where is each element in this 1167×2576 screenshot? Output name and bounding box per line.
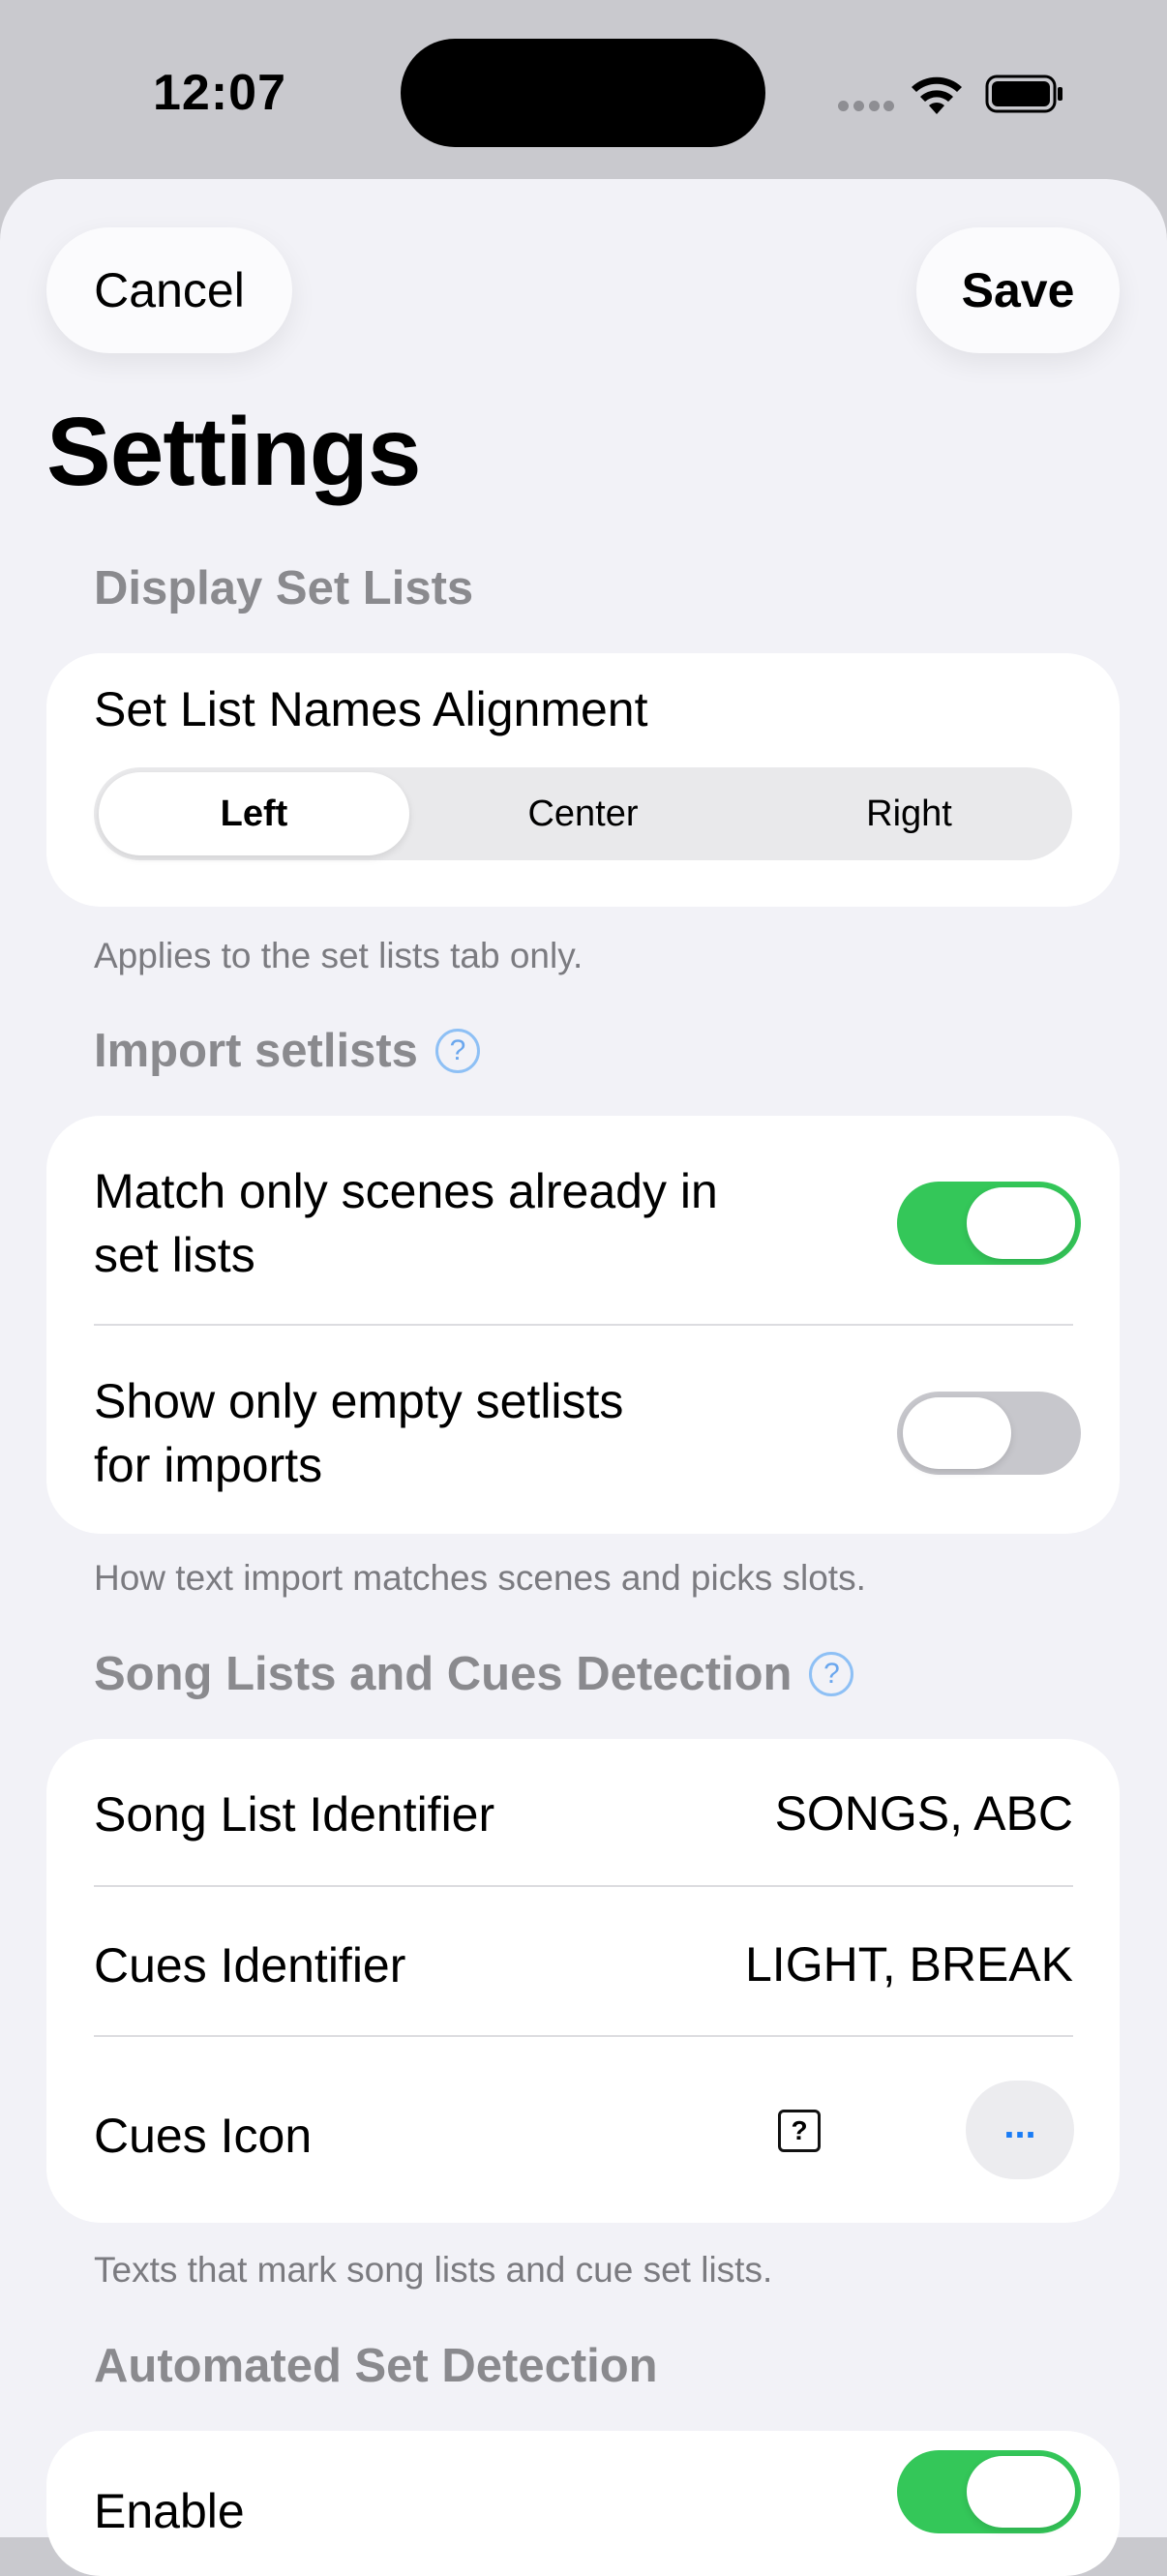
save-button[interactable]: Save: [916, 227, 1120, 353]
cues-identifier-value[interactable]: LIGHT, BREAK: [745, 1936, 1073, 1992]
match-scenes-label: Match only scenes already in set lists: [94, 1159, 718, 1287]
import-footer: How text import matches scenes and picks…: [94, 1558, 866, 1598]
section-header-detection: Song Lists and Cues Detection ?: [94, 1647, 854, 1701]
row-separator: [94, 1885, 1073, 1887]
section-header-auto: Automated Set Detection: [94, 2339, 658, 2393]
detection-footer: Texts that mark song lists and cue set l…: [94, 2250, 773, 2290]
song-list-identifier-label: Song List Identifier: [94, 1787, 495, 1842]
match-scenes-label-line1: Match only scenes already in: [94, 1164, 718, 1218]
empty-setlists-toggle[interactable]: [897, 1392, 1081, 1475]
detection-help-icon[interactable]: ?: [809, 1652, 854, 1696]
import-help-icon[interactable]: ?: [434, 1029, 480, 1073]
settings-sheet: Cancel Save Settings Display Set Lists S…: [0, 179, 1167, 2576]
toggle-knob: [967, 2456, 1075, 2528]
section-header-detection-label: Song Lists and Cues Detection: [94, 1648, 793, 1700]
section-header-import-label: Import setlists: [94, 1025, 418, 1077]
segment-center[interactable]: Center: [420, 767, 746, 860]
detection-card: Song List Identifier SONGS, ABC Cues Ide…: [46, 1739, 1120, 2223]
status-bar: 12:07: [0, 0, 1167, 179]
wifi-icon: [912, 76, 962, 114]
toggle-knob: [903, 1397, 1011, 1469]
empty-setlists-label-line1: Show only empty setlists: [94, 1374, 624, 1428]
row-separator: [94, 2035, 1073, 2037]
section-header-display-label: Display Set Lists: [94, 562, 474, 614]
empty-setlists-label: Show only empty setlists for imports: [94, 1369, 623, 1497]
empty-setlists-label-line2: for imports: [94, 1438, 323, 1492]
song-list-identifier-value[interactable]: SONGS, ABC: [775, 1785, 1073, 1842]
cancel-button[interactable]: Cancel: [46, 227, 292, 353]
battery-icon: [985, 75, 1062, 113]
page-title: Settings: [46, 398, 421, 506]
match-scenes-label-line2: set lists: [94, 1228, 255, 1282]
match-scenes-toggle[interactable]: [897, 1182, 1081, 1265]
segment-left[interactable]: Left: [99, 772, 409, 855]
signal-dots-icon: [838, 101, 894, 112]
question-square-icon: ?: [778, 2110, 821, 2152]
import-card: Match only scenes already in set lists S…: [46, 1116, 1120, 1534]
cues-identifier-label: Cues Identifier: [94, 1938, 406, 1992]
display-card: Set List Names Alignment Left Center Rig…: [46, 653, 1120, 907]
segment-right[interactable]: Right: [746, 767, 1072, 860]
alignment-segmented-control: Left Center Right: [94, 767, 1072, 860]
status-time: 12:07: [153, 65, 286, 121]
enable-label: Enable: [94, 2484, 245, 2538]
cues-icon-row: Cues Icon ? ...: [46, 2061, 1120, 2199]
cues-icon-label: Cues Icon: [94, 2109, 313, 2163]
toggle-knob: [967, 1187, 1075, 1259]
display-footer: Applies to the set lists tab only.: [94, 936, 584, 975]
more-options-button[interactable]: ...: [966, 2081, 1074, 2179]
dynamic-island: [401, 39, 765, 147]
enable-toggle[interactable]: [897, 2450, 1081, 2533]
section-header-auto-label: Automated Set Detection: [94, 2340, 658, 2392]
auto-card: Enable: [46, 2431, 1120, 2576]
alignment-label: Set List Names Alignment: [94, 682, 648, 736]
row-separator: [94, 1324, 1073, 1326]
section-header-display: Display Set Lists: [94, 561, 473, 615]
section-header-import: Import setlists ?: [94, 1024, 480, 1078]
